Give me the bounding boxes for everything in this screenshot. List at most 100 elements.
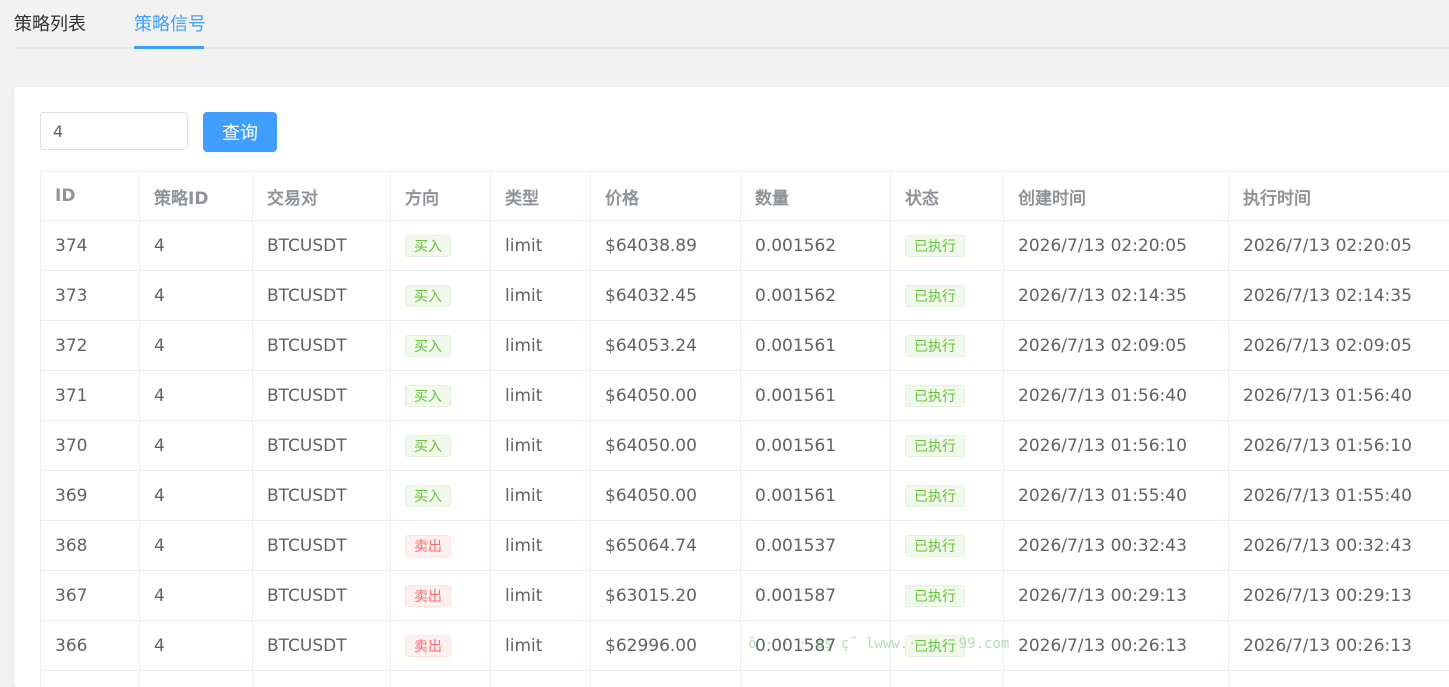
cell-price: $64050.00 — [591, 421, 741, 471]
cell-quantity: 0.001562 — [741, 271, 891, 321]
cell-strategy-id — [140, 671, 253, 687]
table-row[interactable]: 3674BTCUSDT卖出limit$63015.200.001587已执行20… — [41, 571, 1449, 621]
signals-table: ID 策略ID 交易对 方向 类型 价格 数量 状态 创建时间 执行时间 374… — [40, 171, 1449, 687]
cell-pair: BTCUSDT — [253, 621, 391, 671]
status-badge: 已执行 — [905, 585, 965, 607]
column-header-created-time[interactable]: 创建时间 — [1004, 172, 1229, 221]
cell-quantity: 0.001562 — [741, 221, 891, 271]
cell-direction: 卖出 — [391, 621, 491, 671]
cell-created-time: 2026/7/13 00:32:43 — [1004, 521, 1229, 571]
tab-strategy-list[interactable]: 策略列表 — [14, 0, 86, 48]
cell-type: limit — [491, 271, 591, 321]
cell-direction: 卖出 — [391, 521, 491, 571]
cell-created-time: 2026/7/13 01:55:40 — [1004, 471, 1229, 521]
cell-executed-time: 2026/7/13 00:32:43 — [1229, 521, 1449, 571]
cell-type: limit — [491, 471, 591, 521]
cell-executed-time: 2026/7/13 01:55:40 — [1229, 471, 1449, 521]
cell-status: 已执行 — [891, 621, 1004, 671]
cell-id: 367 — [41, 571, 140, 621]
cell-created-time: 2026/7/13 02:14:35 — [1004, 271, 1229, 321]
cell-price: $64032.45 — [591, 271, 741, 321]
cell-id: 369 — [41, 471, 140, 521]
cell-price: $64050.00 — [591, 371, 741, 421]
cell-direction: 买入 — [391, 471, 491, 521]
status-badge: 已执行 — [905, 435, 965, 457]
table-header-row: ID 策略ID 交易对 方向 类型 价格 数量 状态 创建时间 执行时间 — [41, 172, 1449, 221]
table-row[interactable]: 3724BTCUSDT买入limit$64053.240.001561已执行20… — [41, 321, 1449, 371]
cell-status: 已执行 — [891, 571, 1004, 621]
cell-type: limit — [491, 621, 591, 671]
cell-quantity: 0.001561 — [741, 471, 891, 521]
cell-status: 已执行 — [891, 271, 1004, 321]
direction-tag: 卖出 — [405, 635, 451, 657]
cell-id: 372 — [41, 321, 140, 371]
cell-id: 371 — [41, 371, 140, 421]
cell-direction: 买入 — [391, 321, 491, 371]
cell-strategy-id: 4 — [140, 621, 253, 671]
cell-price: $62996.00 — [591, 621, 741, 671]
cell-quantity: 0.001587 — [741, 571, 891, 621]
column-header-price[interactable]: 价格 — [591, 172, 741, 221]
column-header-direction[interactable]: 方向 — [391, 172, 491, 221]
cell-status: 已执行 — [891, 371, 1004, 421]
table-row[interactable]: 3684BTCUSDT卖出limit$65064.740.001537已执行20… — [41, 521, 1449, 571]
table-row[interactable]: 3714BTCUSDT买入limit$64050.000.001561已执行20… — [41, 371, 1449, 421]
table-row[interactable]: 3664BTCUSDT 卖出 limit$62996.000.001587 已执行 20… — [41, 621, 1449, 671]
direction-tag: 买入 — [405, 435, 451, 457]
cell-type: limit — [491, 521, 591, 571]
tab-strategy-signals[interactable]: 策略信号 — [134, 0, 206, 48]
tab-bar: 策略列表 策略信号 — [0, 0, 1449, 50]
status-badge: 已执行 — [905, 635, 965, 657]
table-row[interactable]: 3734BTCUSDT买入limit$64032.450.001562已执行20… — [41, 271, 1449, 321]
table-row[interactable]: 3694BTCUSDT买入limit$64050.000.001561已执行20… — [41, 471, 1449, 521]
cell-strategy-id: 4 — [140, 371, 253, 421]
direction-tag: 买入 — [405, 235, 451, 257]
table-row[interactable]: 3704BTCUSDT买入limit$64050.000.001561已执行20… — [41, 421, 1449, 471]
cell-type: limit — [491, 571, 591, 621]
column-header-quantity[interactable]: 数量 — [741, 172, 891, 221]
column-header-id[interactable]: ID — [41, 172, 140, 221]
cell-price: $64053.24 — [591, 321, 741, 371]
direction-tag: 买入 — [405, 485, 451, 507]
table-row[interactable] — [41, 671, 1449, 687]
column-header-type[interactable]: 类型 — [491, 172, 591, 221]
direction-tag: 买入 — [405, 335, 451, 357]
cell-status: 已执行 — [891, 421, 1004, 471]
cell-pair: BTCUSDT — [253, 521, 391, 571]
direction-tag: 买入 — [405, 385, 451, 407]
cell-direction: 买入 — [391, 271, 491, 321]
column-header-executed-time[interactable]: 执行时间 — [1229, 172, 1449, 221]
column-header-status[interactable]: 状态 — [891, 172, 1004, 221]
cell-created-time: 2026/7/13 02:20:05 — [1004, 221, 1229, 271]
cell-pair: BTCUSDT — [253, 221, 391, 271]
cell-executed-time: 2026/7/13 01:56:10 — [1229, 421, 1449, 471]
cell-price: $65064.74 — [591, 521, 741, 571]
cell-type: limit — [491, 221, 591, 271]
cell-type: limit — [491, 371, 591, 421]
direction-tag: 买入 — [405, 285, 451, 307]
table-row[interactable]: 3744BTCUSDT买入limit$64038.890.001562已执行20… — [41, 221, 1449, 271]
column-header-strategy-id[interactable]: 策略ID — [140, 172, 253, 221]
signals-panel: 查询 ID 策略ID 交易对 方向 类型 价格 数量 状态 创建 — [14, 87, 1449, 687]
cell-direction: 买入 — [391, 371, 491, 421]
cell-created-time: 2026/7/13 00:26:13 — [1004, 621, 1229, 671]
cell-quantity: 0.001587 — [741, 621, 891, 671]
status-badge: 已执行 — [905, 235, 965, 257]
column-header-pair[interactable]: 交易对 — [253, 172, 391, 221]
cell-pair — [253, 671, 391, 687]
cell-type: limit — [491, 321, 591, 371]
strategy-id-input[interactable] — [40, 112, 188, 150]
query-button[interactable]: 查询 — [203, 112, 277, 152]
status-badge: 已执行 — [905, 335, 965, 357]
cell-direction: 买入 — [391, 421, 491, 471]
cell-quantity — [741, 671, 891, 687]
cell-strategy-id: 4 — [140, 471, 253, 521]
cell-strategy-id: 4 — [140, 271, 253, 321]
cell-quantity: 0.001561 — [741, 321, 891, 371]
cell-strategy-id: 4 — [140, 521, 253, 571]
cell-direction: 买入 — [391, 221, 491, 271]
cell-strategy-id: 4 — [140, 221, 253, 271]
cell-direction — [391, 671, 491, 687]
cell-id: 366 — [41, 621, 140, 671]
cell-type — [491, 671, 591, 687]
